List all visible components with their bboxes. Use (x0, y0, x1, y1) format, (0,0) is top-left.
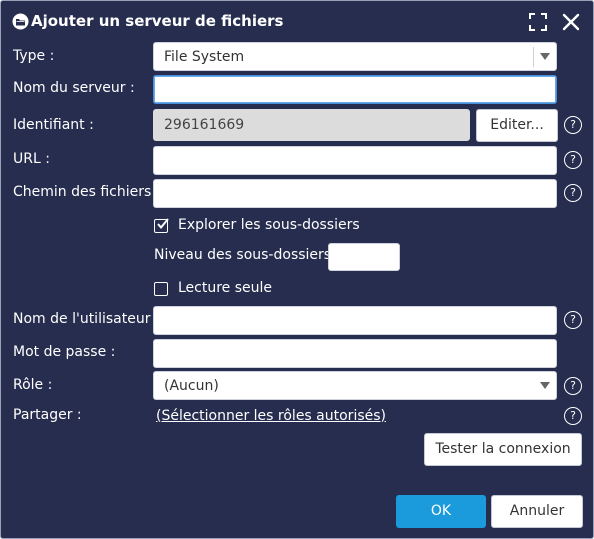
file-path-help-icon[interactable]: ? (564, 184, 582, 202)
url-help-icon[interactable]: ? (564, 151, 582, 169)
username-label: Nom de l'utilisateur : (13, 311, 160, 327)
maximize-icon[interactable] (528, 12, 548, 32)
url-input[interactable] (153, 146, 557, 175)
read-only-checkbox[interactable] (154, 282, 168, 296)
ok-button[interactable]: OK (396, 495, 486, 528)
type-selected-value: File System (164, 49, 245, 65)
select-separator (533, 47, 534, 67)
username-help-icon[interactable]: ? (564, 311, 582, 329)
checkmark-icon (157, 218, 169, 230)
password-input[interactable] (153, 339, 557, 368)
explore-subfolders-label: Explorer les sous-dossiers (178, 217, 360, 233)
subfolder-level-label: Niveau des sous-dossiers: (154, 247, 336, 263)
server-folder-icon (12, 13, 29, 30)
type-label: Type : (13, 48, 55, 64)
explore-subfolders-checkbox[interactable] (154, 218, 169, 233)
share-label: Partager : (13, 407, 82, 423)
identifier-help-icon[interactable]: ? (564, 116, 582, 134)
read-only-label: Lecture seule (178, 280, 273, 296)
file-path-label: Chemin des fichiers : (13, 184, 161, 200)
role-selected-value: (Aucun) (164, 378, 219, 394)
identifier-label: Identifiant : (13, 117, 94, 133)
server-name-label: Nom du serveur : (13, 80, 135, 96)
server-name-input[interactable] (153, 75, 557, 104)
file-path-input[interactable] (153, 179, 557, 208)
share-help-icon[interactable]: ? (564, 407, 582, 425)
url-label: URL : (13, 151, 50, 167)
subfolder-level-input[interactable] (328, 243, 400, 271)
test-connection-button[interactable]: Tester la connexion (424, 433, 582, 466)
role-help-icon[interactable]: ? (564, 377, 582, 395)
dialog-title: Ajouter un serveur de fichiers (31, 12, 284, 30)
role-label: Rôle : (13, 377, 53, 393)
identifier-input (153, 109, 470, 141)
chevron-down-icon (540, 382, 550, 389)
dialog-titlebar: Ajouter un serveur de fichiers (1, 1, 593, 43)
chevron-down-icon (540, 53, 550, 60)
edit-identifier-button[interactable]: Editer... (476, 109, 558, 142)
cancel-button[interactable]: Annuler (491, 495, 583, 528)
add-file-server-dialog: Ajouter un serveur de fichiers Type : Fi… (0, 0, 594, 539)
role-select[interactable]: (Aucun) (153, 371, 557, 400)
password-label: Mot de passe : (13, 344, 116, 360)
username-input[interactable] (153, 306, 557, 335)
select-authorized-roles-link[interactable]: (Sélectionner les rôles autorisés) (156, 408, 386, 424)
close-icon[interactable] (560, 11, 582, 33)
type-select[interactable]: File System (153, 42, 557, 71)
